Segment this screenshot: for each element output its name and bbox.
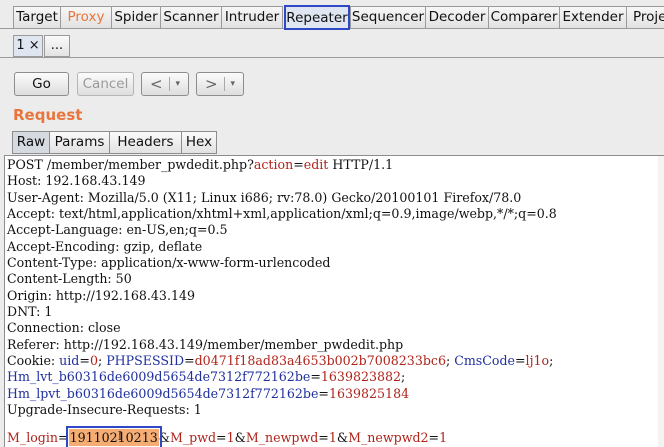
query-param-name: action	[253, 157, 294, 172]
cookie-value: 1639825184	[328, 386, 410, 401]
header-line: Accept-Encoding: gzip, deflate	[7, 239, 203, 254]
tab-params[interactable]: Params	[49, 131, 110, 154]
tab-sequencer[interactable]: Sequencer	[350, 6, 426, 28]
body-param-value: 1	[328, 430, 337, 445]
header-line: Upgrade-Insecure-Requests: 1	[7, 402, 202, 417]
cancel-button[interactable]: Cancel	[77, 72, 134, 96]
new-repeater-tab-button[interactable]: ...	[44, 35, 70, 57]
request-line-prefix: POST /member/member_pwdedit.php?	[7, 157, 254, 172]
header-line: Accept-Language: en-US,en;q=0.5	[7, 222, 228, 237]
go-button[interactable]: Go	[14, 72, 69, 96]
tab-scanner[interactable]: Scanner	[160, 6, 222, 28]
sub-tab-divider	[0, 57, 664, 58]
repeater-sub-tabs: 1 × ...	[0, 33, 664, 59]
separator	[168, 77, 170, 91]
tab-target[interactable]: Target	[13, 6, 61, 28]
request-body: M_login=19110210213 I &M_pwd=1&M_newpwd=1&…	[7, 426, 448, 447]
main-tab-bar: Target Proxy Spider Scanner Intruder Rep…	[0, 0, 664, 33]
cookie-name: CmsCode	[454, 353, 515, 368]
cookie-line: Cookie: uid=0; PHPSESSID=d0471f18ad83a46…	[7, 353, 554, 368]
tab-extender[interactable]: Extender	[559, 6, 627, 28]
header-line: DNT: 1	[7, 304, 53, 319]
separator	[223, 77, 225, 91]
query-param-value: edit	[303, 157, 329, 172]
tab-proxy[interactable]: Proxy	[60, 6, 112, 28]
cookie-name: PHPSESSID	[106, 353, 185, 368]
back-button[interactable]: < ▾	[141, 72, 189, 96]
header-line: Host: 192.168.43.149	[7, 173, 146, 188]
forward-arrow-icon: >	[204, 75, 218, 93]
header-line: Origin: http://192.168.43.149	[7, 288, 195, 303]
request-section-title: Request	[13, 106, 83, 124]
request-line-suffix: HTTP/1.1	[328, 157, 394, 172]
header-line: Connection: close	[7, 320, 121, 335]
query-eq: =	[293, 157, 304, 172]
chevron-down-icon[interactable]: ▾	[231, 73, 236, 95]
cookie-value: d0471f18ad83a4653b002b7008233bc6	[194, 353, 446, 368]
cookie-label: Cookie:	[7, 353, 60, 368]
header-line: Accept: text/html,application/xhtml+xml,…	[7, 206, 557, 221]
tab-spider[interactable]: Spider	[111, 6, 161, 28]
tab-project-options[interactable]: Proje	[626, 6, 664, 28]
tab-repeater[interactable]: Repeater	[284, 5, 350, 30]
text-cursor-icon: I	[117, 429, 123, 443]
header-line: User-Agent: Mozilla/5.0 (X11; Linux i686…	[7, 190, 522, 205]
request-line: POST /member/member_pwdedit.php?action=e…	[7, 156, 393, 173]
tab-headers[interactable]: Headers	[109, 131, 182, 154]
header-line: Content-Length: 50	[7, 271, 132, 286]
forward-button[interactable]: > ▾	[196, 72, 244, 96]
selected-param-value[interactable]: 19110210213 I	[65, 426, 162, 447]
header-line: Content-Type: application/x-www-form-url…	[7, 255, 331, 270]
body-param-name: M_login	[7, 430, 59, 445]
tab-hex[interactable]: Hex	[181, 131, 217, 154]
body-param-name: M_newpwd2	[348, 430, 429, 445]
cookie-line-cont: Hm_lpvt_b60316de6009d5654de7312f772162be…	[7, 386, 410, 401]
raw-request-editor[interactable]: POST /member/member_pwdedit.php?action=e…	[4, 155, 664, 447]
tab-raw[interactable]: Raw	[12, 131, 50, 154]
body-param-name: M_newpwd	[245, 430, 319, 445]
vertical-scrollbar[interactable]	[658, 156, 664, 447]
tab-comparer[interactable]: Comparer	[488, 6, 560, 28]
chevron-down-icon[interactable]: ▾	[176, 73, 181, 95]
tab-decoder[interactable]: Decoder	[425, 6, 489, 28]
cookie-name: Hm_lvt_b60316de6009d5654de7312f772162be	[7, 369, 311, 384]
tab-intruder[interactable]: Intruder	[221, 6, 283, 28]
cookie-name: Hm_lpvt_b60316de6009d5654de7312f772162be	[7, 386, 319, 401]
body-param-value: 1	[226, 430, 235, 445]
cookie-name: uid	[59, 353, 80, 368]
body-param-value: 1	[439, 430, 448, 445]
cookie-value: 0	[89, 353, 98, 368]
cookie-value: 1639823882	[320, 369, 402, 384]
header-line: Referer: http://192.168.43.149/member/me…	[7, 337, 404, 352]
cookie-value: lj1o	[525, 353, 550, 368]
repeater-tab-1[interactable]: 1 ×	[13, 35, 43, 57]
back-arrow-icon: <	[149, 75, 163, 93]
cookie-line-cont: Hm_lvt_b60316de6009d5654de7312f772162be=…	[7, 369, 406, 384]
body-param-name: M_pwd	[169, 430, 217, 445]
